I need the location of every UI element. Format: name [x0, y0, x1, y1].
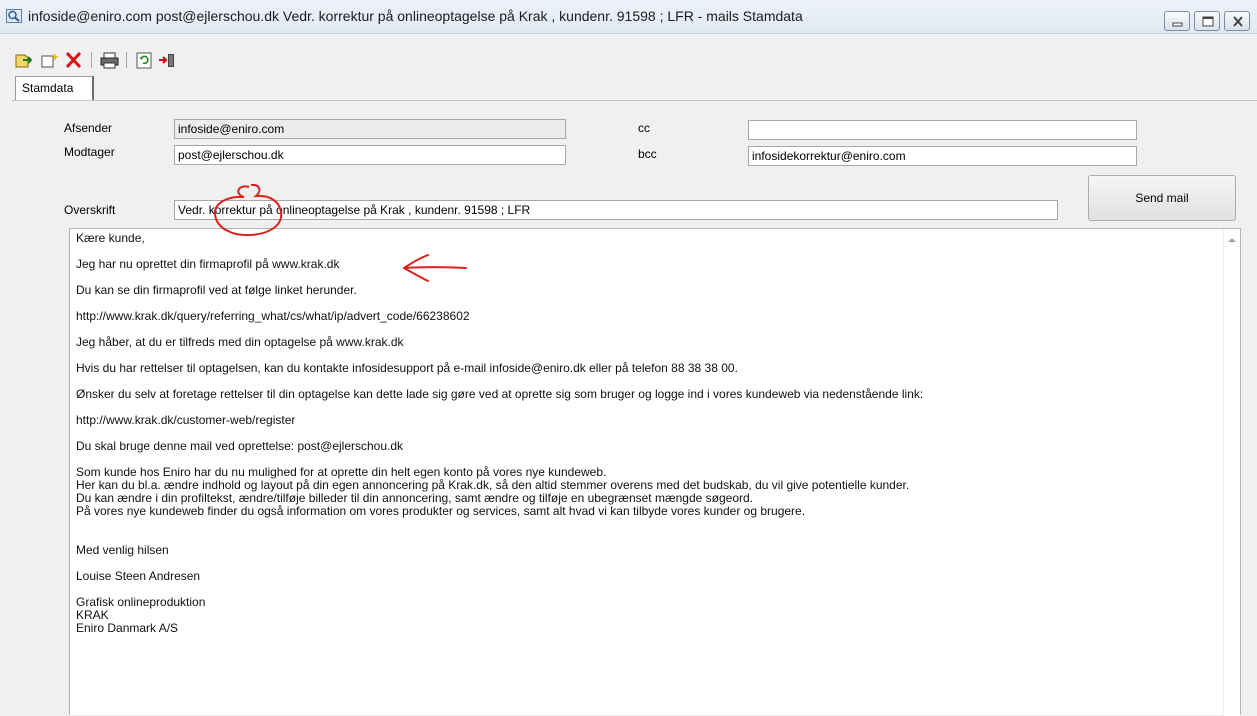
modtager-field[interactable]: post@ejlerschou.dk	[174, 145, 566, 165]
print-icon[interactable]	[99, 51, 121, 69]
refresh-icon[interactable]	[134, 51, 156, 69]
mail-body-textarea[interactable]: Kære kunde, Jeg har nu oprettet din firm…	[69, 228, 1241, 716]
minimize-icon	[1172, 22, 1183, 27]
mail-body-text: Kære kunde, Jeg har nu oprettet din firm…	[76, 231, 924, 635]
minimize-button[interactable]	[1164, 11, 1190, 31]
bcc-label: bcc	[638, 147, 657, 161]
afsender-field[interactable]: infoside@eniro.com	[174, 119, 566, 139]
modtager-label: Modtager	[64, 145, 115, 159]
app-search-icon	[6, 9, 22, 23]
maximize-icon	[1202, 16, 1214, 27]
toolbar-separator	[126, 52, 127, 68]
bcc-field[interactable]: infosidekorrektur@eniro.com	[748, 146, 1137, 166]
tab-strip: Stamdata	[0, 72, 1257, 101]
afsender-label: Afsender	[64, 121, 113, 135]
tab-stamdata[interactable]: Stamdata	[15, 76, 94, 101]
subject-field[interactable]: Vedr. korrektur på onlineoptagelse på Kr…	[174, 200, 1058, 220]
cc-field[interactable]	[748, 120, 1137, 140]
open-record-icon[interactable]	[13, 51, 35, 69]
new-record-icon[interactable]	[39, 51, 61, 69]
toolbar	[0, 34, 1257, 74]
scroll-up-arrow-icon[interactable]	[1228, 238, 1236, 242]
title-bar: infoside@eniro.com post@ejlerschou.dk Ve…	[0, 0, 1257, 34]
maximize-button[interactable]	[1194, 11, 1220, 31]
overskrift-label: Overskrift	[64, 203, 116, 217]
close-button[interactable]	[1224, 11, 1250, 31]
exit-icon[interactable]	[157, 51, 179, 69]
send-mail-button[interactable]: Send mail	[1088, 175, 1236, 221]
window-title: infoside@eniro.com post@ejlerschou.dk Ve…	[28, 8, 803, 24]
toolbar-separator	[91, 52, 92, 68]
close-icon	[1233, 16, 1243, 27]
vertical-scrollbar[interactable]	[1223, 229, 1240, 716]
cc-label: cc	[638, 121, 650, 135]
delete-icon[interactable]	[63, 51, 85, 69]
